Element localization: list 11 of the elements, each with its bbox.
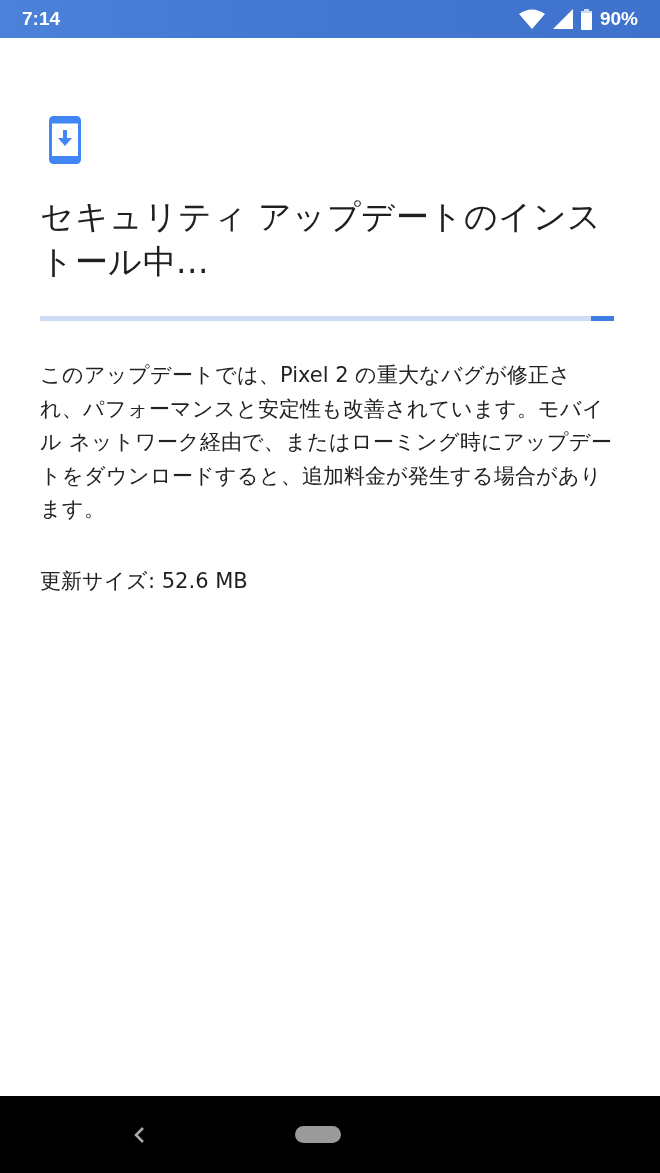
home-button[interactable] (295, 1126, 341, 1143)
wifi-icon (518, 9, 545, 29)
back-icon[interactable] (133, 1125, 145, 1144)
phone-download-icon (49, 116, 81, 164)
battery-percentage: 90% (599, 8, 638, 30)
signal-icon (552, 9, 573, 29)
status-time: 7:14 (22, 8, 61, 30)
page-title: セキュリティ アップデートのインストール中... (40, 196, 603, 283)
update-size: 更新サイズ: 52.6 MB (40, 567, 249, 595)
battery-icon (580, 8, 592, 30)
update-description: このアップデートでは、Pixel 2 の重大なバグが修正され、パフォーマンスと安定性も改善されています。モバイル ネットワーク経由で、またはローミング時にアップデートをダウンロードすると、追加料金が発生する場合があります。 (40, 362, 613, 523)
